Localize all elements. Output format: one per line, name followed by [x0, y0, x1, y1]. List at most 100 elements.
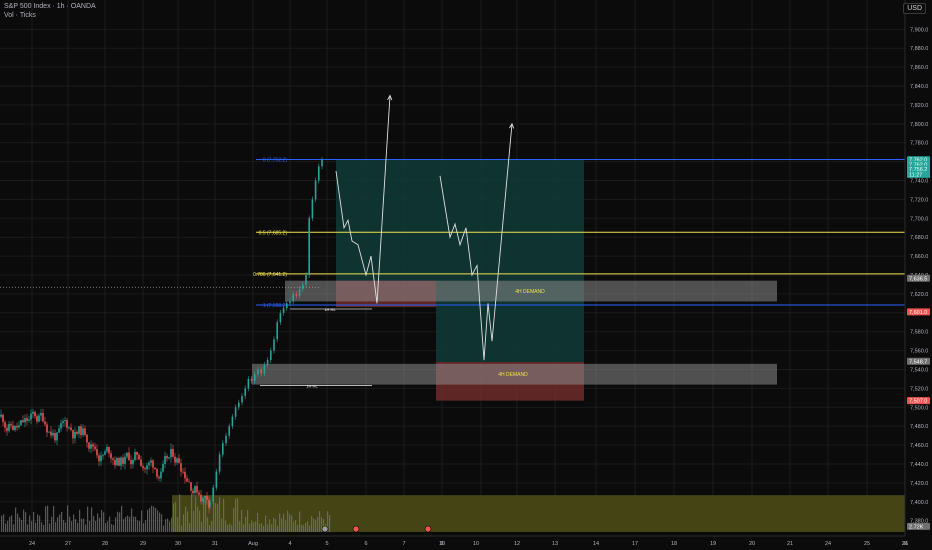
volume-bar	[209, 525, 211, 532]
volume-bar	[181, 525, 183, 532]
volume-bar	[261, 523, 263, 532]
y-tick-label: 7,860.0	[910, 65, 928, 71]
volume-bar	[151, 505, 153, 532]
candle-body	[114, 459, 116, 466]
candle-body	[244, 388, 246, 396]
candle-body	[260, 369, 262, 374]
candle-body	[0, 414, 2, 417]
volume-bar	[217, 504, 219, 532]
candle-body	[14, 425, 16, 431]
volume-bar	[281, 518, 283, 532]
volume-bar	[291, 515, 293, 532]
volume-bar	[59, 514, 61, 532]
candle-body	[16, 425, 18, 428]
currency-button[interactable]: USD	[903, 3, 926, 14]
volume-bar	[169, 521, 171, 532]
volume-bar	[195, 497, 197, 532]
volume-bar	[233, 508, 235, 532]
candle-body	[144, 468, 146, 470]
candle-body	[26, 418, 28, 421]
candle-body	[321, 159, 323, 167]
candle-body	[36, 416, 38, 422]
event-icon[interactable]	[352, 525, 360, 533]
y-tick-label: 7,400.0	[910, 500, 928, 506]
fib-level-label: 0.5 (7,685.2)	[259, 230, 288, 236]
volume-bar	[289, 514, 291, 532]
candle-body	[6, 427, 8, 432]
candle-body	[168, 457, 170, 459]
y-tick-label: 7,420.0	[910, 481, 928, 487]
demand-zone-label: 4H DEMAND	[498, 372, 528, 378]
price-badge-label: 11:27	[909, 172, 922, 178]
candle-body	[238, 402, 240, 408]
candle-body	[50, 431, 52, 436]
candle-body	[257, 369, 259, 375]
candle-body	[110, 453, 112, 459]
y-tick-label: 7,900.0	[910, 27, 928, 33]
volume-bar	[305, 522, 307, 532]
volume-bar	[129, 516, 131, 532]
volume-bar	[285, 520, 287, 532]
profit-zone-1[interactable]	[336, 159, 436, 281]
volume-bar	[143, 523, 145, 532]
candle-body	[68, 427, 70, 429]
volume-bar	[21, 520, 23, 532]
volume-bar	[109, 516, 111, 532]
y-tick-label: 7,800.0	[910, 122, 928, 128]
volume-bar	[51, 516, 53, 532]
volume-bar	[259, 523, 261, 532]
volume-bar	[243, 524, 245, 532]
event-icon[interactable]	[321, 525, 329, 533]
volume-bar	[39, 515, 41, 532]
candle-body	[174, 456, 176, 463]
candle-body	[228, 426, 230, 436]
volume-bar	[283, 513, 285, 532]
price-badge-label: 7,601.0	[909, 310, 927, 316]
x-tick-label: 7	[402, 541, 405, 547]
x-tick-label: 19	[710, 541, 716, 547]
volume-bar	[249, 523, 251, 532]
volume-bar	[43, 524, 45, 532]
candle-body	[76, 431, 78, 434]
candle-body	[38, 415, 40, 422]
candle-body	[142, 466, 144, 469]
profit-zone-2[interactable]	[436, 159, 584, 362]
y-tick-label: 7,720.0	[910, 197, 928, 203]
event-icon[interactable]	[424, 525, 432, 533]
volume-bar	[133, 516, 135, 532]
volume-bar	[95, 521, 97, 532]
y-tick-label: 7,620.0	[910, 292, 928, 298]
volume-bar	[247, 509, 249, 532]
volume-bar	[149, 507, 151, 532]
volume-bar	[31, 521, 33, 532]
volume-bar	[85, 524, 87, 532]
candle-body	[124, 456, 126, 464]
price-chart[interactable]: 4H DEMAND 4H DEMAND 0 (7,762.2) 0.5 (7,685.…	[0, 0, 932, 550]
candle-body	[212, 487, 214, 502]
volume-bar	[231, 525, 233, 532]
candle-body	[24, 418, 26, 423]
volume-bar	[65, 522, 67, 532]
volume-bar	[211, 520, 213, 532]
candle-body	[241, 395, 243, 403]
y-tick-label: 7,840.0	[910, 84, 928, 90]
candle-body	[44, 421, 46, 425]
symbol-title[interactable]: S&P 500 Index · 1h · OANDA	[4, 2, 96, 11]
candle-body	[30, 413, 32, 420]
volume-bar	[137, 520, 139, 532]
volume-indicator-label[interactable]: Vol · Ticks	[4, 11, 96, 20]
volume-bar	[93, 516, 95, 532]
x-tick-label: 4	[288, 541, 291, 547]
candle-body	[2, 414, 4, 423]
x-tick-label: 13	[552, 541, 558, 547]
volume-bar	[239, 521, 241, 532]
y-tick-label: 7,560.0	[910, 349, 928, 355]
candle-body	[276, 322, 278, 340]
volume-bar	[41, 522, 43, 532]
volume-bar	[227, 524, 229, 532]
x-tick-label: 12	[514, 541, 520, 547]
volume-bar	[293, 521, 295, 532]
candle-body	[225, 435, 227, 444]
volume-bar	[7, 520, 9, 532]
volume-bar	[235, 498, 237, 532]
